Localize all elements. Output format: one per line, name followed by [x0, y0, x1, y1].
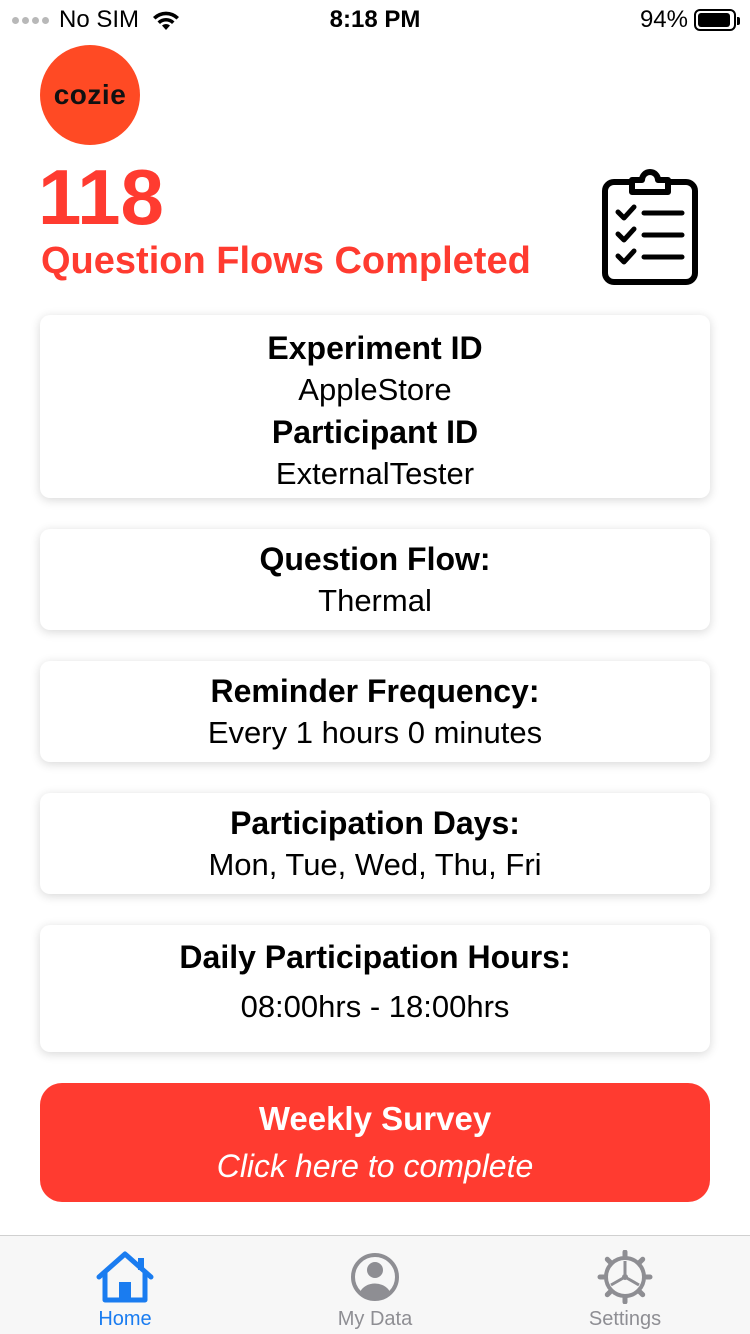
participant-id-value: ExternalTester — [275, 456, 475, 491]
status-time: 8:18 PM — [329, 6, 421, 33]
battery-percent: 94% — [639, 6, 688, 33]
participation-hours-title: Daily Participation Hours: — [179, 939, 571, 975]
participation-days-value: Mon, Tue, Wed, Thu, Fri — [208, 847, 542, 882]
ids-card: Experiment ID AppleStore Participant ID … — [40, 315, 710, 498]
clipboard-checklist-icon — [602, 169, 698, 285]
weekly-survey-title: Weekly Survey — [258, 1100, 492, 1137]
question-flow-value: Thermal — [318, 583, 432, 618]
completed-count: 118 — [38, 153, 164, 241]
battery-level-fill — [698, 13, 730, 27]
status-bar: No SIM 8:18 PM 94% — [0, 0, 750, 40]
tab-settings[interactable]: Settings — [500, 1236, 750, 1334]
cozie-logo: cozie — [40, 45, 140, 145]
completed-label: Question Flows Completed — [41, 240, 531, 282]
tab-bar: Home My Data Settings — [0, 1235, 750, 1334]
tab-home-label: Home — [98, 1308, 152, 1330]
experiment-id-title: Experiment ID — [267, 330, 483, 366]
participation-hours-card: Daily Participation Hours: 08:00hrs - 18… — [40, 925, 710, 1052]
participation-days-card: Participation Days: Mon, Tue, Wed, Thu, … — [40, 793, 710, 894]
reminder-frequency-value: Every 1 hours 0 minutes — [207, 715, 543, 750]
status-right: 94% — [639, 6, 740, 34]
reminder-frequency-title: Reminder Frequency: — [210, 673, 540, 709]
experiment-id-value: AppleStore — [298, 372, 452, 407]
logo-text: cozie — [53, 79, 127, 110]
participation-hours-value: 08:00hrs - 18:00hrs — [240, 989, 510, 1024]
tab-my-data[interactable]: My Data — [250, 1236, 500, 1334]
reminder-frequency-card: Reminder Frequency: Every 1 hours 0 minu… — [40, 661, 710, 762]
home-icon — [96, 1251, 154, 1303]
home-screen: No SIM 8:18 PM 94% cozie 118 Question Fl… — [0, 0, 750, 1334]
gear-icon — [597, 1250, 653, 1304]
tab-my-data-label: My Data — [337, 1308, 413, 1330]
tab-home[interactable]: Home — [0, 1236, 250, 1334]
weekly-survey-button[interactable]: Weekly Survey Click here to complete — [40, 1083, 710, 1202]
tab-settings-label: Settings — [588, 1308, 662, 1330]
battery-icon — [694, 9, 740, 31]
person-circle-icon — [351, 1253, 399, 1301]
question-flow-card: Question Flow: Thermal — [40, 529, 710, 630]
weekly-survey-subtitle: Click here to complete — [216, 1148, 534, 1184]
participant-id-title: Participant ID — [271, 414, 479, 450]
participation-days-title: Participation Days: — [230, 805, 520, 841]
question-flow-title: Question Flow: — [259, 541, 491, 577]
